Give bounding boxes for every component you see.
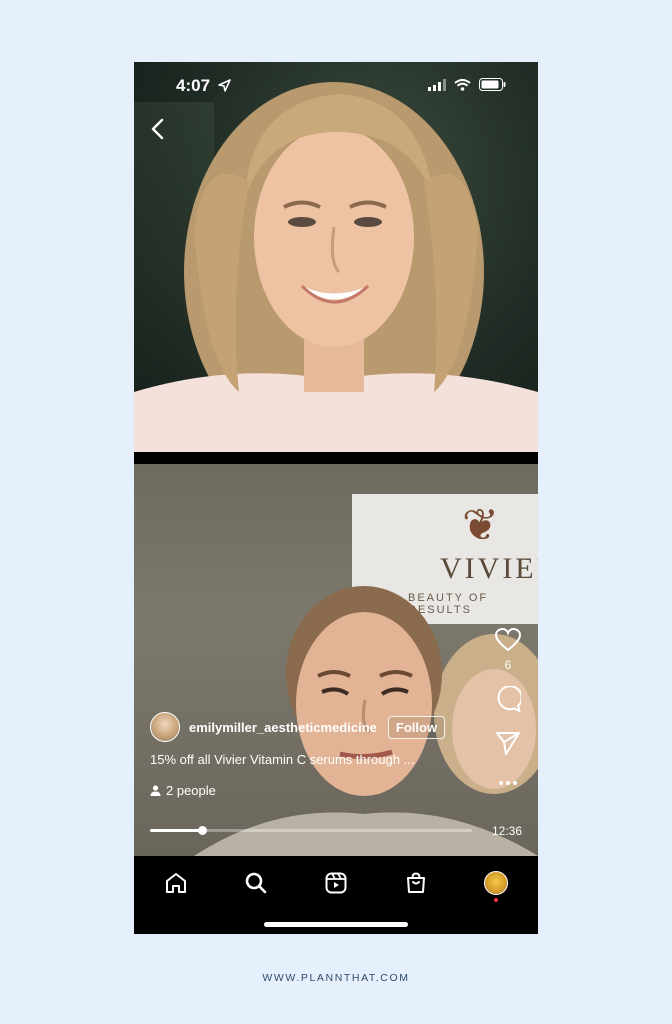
wifi-icon [454, 78, 471, 91]
comment-icon [497, 685, 523, 712]
tab-reels[interactable] [316, 868, 356, 898]
battery-icon [479, 78, 506, 91]
tab-profile[interactable] [476, 868, 516, 902]
phone-screen: ❦ VIVIER BEAUTY OF RESULTS 4:07 [134, 62, 538, 934]
follow-button[interactable]: Follow [387, 715, 446, 739]
notification-dot [494, 898, 498, 902]
back-button[interactable] [148, 116, 170, 142]
stream-caption[interactable]: 15% off all Vivier Vitamin C serums thro… [150, 752, 414, 767]
host-avatar[interactable] [150, 712, 180, 742]
like-button[interactable] [492, 627, 524, 657]
tab-bar [134, 856, 538, 934]
viewer-count-label: 2 people [166, 783, 216, 798]
host-video-person [134, 82, 538, 452]
status-bar: 4:07 [134, 62, 538, 106]
host-username[interactable]: emilymiller_aestheticmedicine [189, 720, 377, 735]
search-icon [245, 872, 267, 894]
footer-url: WWW.PLANNTHAT.COM [262, 972, 410, 984]
home-indicator [264, 922, 408, 927]
action-column: 6 [492, 627, 524, 806]
chevron-left-icon [151, 118, 164, 140]
location-arrow-icon [218, 79, 231, 92]
heart-icon [494, 627, 522, 652]
viewer-count[interactable]: 2 people [150, 783, 216, 798]
tab-search[interactable] [236, 868, 276, 898]
tab-shop[interactable] [396, 868, 436, 898]
share-button[interactable] [492, 731, 524, 760]
more-button[interactable] [492, 774, 524, 792]
progress-fill [150, 829, 202, 832]
progress-bar[interactable] [150, 826, 472, 835]
tab-home[interactable] [156, 868, 196, 898]
duration-label: 12:36 [491, 824, 522, 838]
profile-avatar [484, 871, 508, 895]
progress-knob[interactable] [197, 826, 207, 835]
comment-button[interactable] [492, 685, 524, 717]
signal-icon [428, 78, 446, 91]
paper-plane-icon [496, 732, 520, 755]
live-video-host [134, 62, 538, 452]
status-time: 4:07 [176, 76, 211, 95]
host-row: emilymiller_aestheticmedicine Follow [150, 712, 446, 742]
status-icons [428, 78, 506, 91]
shop-icon [407, 872, 425, 893]
likes-count: 6 [504, 658, 512, 672]
person-icon [150, 785, 161, 796]
home-icon [166, 873, 186, 893]
reels-icon [325, 872, 347, 894]
split-divider [134, 452, 538, 464]
more-icon [499, 781, 517, 785]
